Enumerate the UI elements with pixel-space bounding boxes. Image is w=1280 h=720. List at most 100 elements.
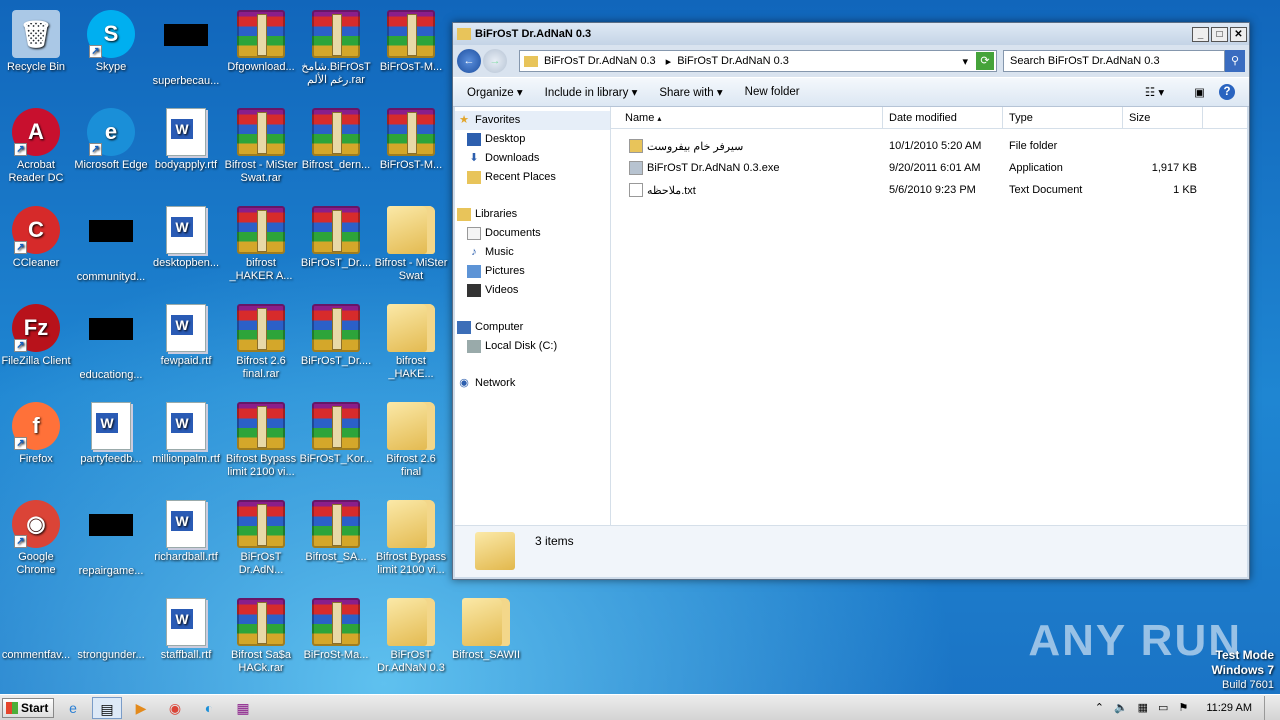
nav-recent-places[interactable]: Recent Places	[455, 168, 610, 187]
desktop-icon-filezilla[interactable]: Fz ↗ FileZilla Client	[0, 298, 74, 368]
desktop-icon-blank[interactable]: educationg...	[73, 298, 149, 382]
title-bar[interactable]: BiFrOsT Dr.AdNaN 0.3 _ □ ✕	[453, 23, 1249, 45]
network-tray-icon[interactable]: ▦	[1138, 701, 1148, 714]
desktop-icon-folder[interactable]: Bifrost 2.6 final	[373, 396, 449, 479]
column-type[interactable]: Type	[1003, 107, 1123, 128]
desktop-icon-label: BiFrOsT-M...	[379, 61, 443, 73]
back-button[interactable]: ←	[457, 49, 481, 73]
maximize-button[interactable]: □	[1211, 26, 1228, 42]
organize-button[interactable]: Organize ▾	[467, 85, 523, 99]
nav-computer[interactable]: Computer	[455, 318, 610, 337]
desktop-icon-rar[interactable]: BiFrOsT_Dr....	[298, 298, 374, 368]
new-folder-button[interactable]: New folder	[745, 86, 800, 98]
nav-desktop[interactable]: Desktop	[455, 130, 610, 149]
preview-pane-icon[interactable]: ▣	[1194, 85, 1205, 99]
desktop-icon-label: BiFroSt-Ma...	[303, 649, 369, 661]
desktop-icon-rar[interactable]: Bifrost - MiSter Swat.rar	[223, 102, 299, 185]
desktop-icon-doc[interactable]: richardball.rtf	[148, 494, 224, 564]
desktop-icon-folder[interactable]: Bifrost Bypass limit 2100 vi...	[373, 494, 449, 577]
nav-pictures[interactable]: Pictures	[455, 262, 610, 281]
desktop-icon-rar[interactable]: BiFrOsT_Dr....	[298, 200, 374, 270]
power-icon[interactable]: ▭	[1158, 701, 1168, 714]
desktop-icon-doc[interactable]: millionpalm.rtf	[148, 396, 224, 466]
desktop-icon-rar[interactable]: Bifrost Sa$a HACk.rar	[223, 592, 299, 675]
desktop-icon-rar[interactable]: BiFrOsT-M...	[373, 102, 449, 172]
desktop-icon-chrome[interactable]: ◉ ↗ Google Chrome	[0, 494, 74, 577]
file-row[interactable]: سيرفر خام بيفروست 10/1/2010 5:20 AM File f…	[611, 135, 1247, 157]
desktop-icon-rar[interactable]: BiFrOsT_Kor...	[298, 396, 374, 466]
forward-button[interactable]: →	[483, 49, 507, 73]
desktop-icon-blank[interactable]: superbecau...	[148, 4, 224, 88]
show-desktop-button[interactable]	[1264, 695, 1274, 720]
rar-icon	[237, 10, 285, 58]
desktop-icon-rar[interactable]: Bifrost Bypass limit 2100 vi...	[223, 396, 299, 479]
media-player-icon[interactable]: ▶	[126, 697, 156, 719]
nav-libraries[interactable]: Libraries	[455, 205, 610, 224]
share-with-button[interactable]: Share with ▾	[659, 85, 722, 99]
nav-favorites[interactable]: ★ Favorites	[455, 111, 610, 130]
nav-local-disk[interactable]: Local Disk (C:)	[455, 337, 610, 356]
column-name[interactable]: Name ▴	[611, 107, 883, 128]
winrar-taskbar-icon[interactable]: ▦	[228, 697, 258, 719]
desktop-icon-folder[interactable]: bifrost _HAKE...	[373, 298, 449, 381]
desktop-icon-skype[interactable]: S ↗ Skype	[73, 4, 149, 74]
desktop-icon-rar[interactable]: شامخ.BiFrOsT رغم الألم.rar	[298, 4, 374, 87]
breadcrumb-item[interactable]: BiFrOsT Dr.AdNaN 0.3	[677, 55, 789, 67]
start-button[interactable]: Start	[2, 697, 54, 718]
chrome-taskbar-icon[interactable]: ◉	[160, 697, 190, 719]
include-library-button[interactable]: Include in library ▾	[545, 85, 638, 99]
address-bar[interactable]: BiFrOsT Dr.AdNaN 0.3 ▸ BiFrOsT Dr.AdNaN …	[519, 50, 997, 72]
desktop-icon-doc[interactable]: fewpaid.rtf	[148, 298, 224, 368]
desktop-icon-rar[interactable]: Bifrost_SA...	[298, 494, 374, 564]
desktop-icon-bin[interactable]: 🗑 Recycle Bin	[0, 4, 74, 74]
desktop-icon-folder[interactable]: Bifrost_SAWII	[448, 592, 524, 662]
nav-documents[interactable]: Documents	[455, 224, 610, 243]
desktop-icon-none[interactable]: commentfav...	[0, 592, 74, 662]
clock[interactable]: 11:29 AM	[1206, 702, 1252, 714]
desktop-icon-rar[interactable]: BiFrOsT Dr.AdN...	[223, 494, 299, 577]
show-hidden-icons[interactable]: ⌃	[1095, 701, 1104, 714]
desktop-icon-rar[interactable]: BiFrOsT-M...	[373, 4, 449, 74]
action-center-icon[interactable]: ⚑	[1178, 701, 1188, 714]
close-button[interactable]: ✕	[1230, 26, 1247, 42]
search-input[interactable]: Search BiFrOsT Dr.AdNaN 0.3	[1003, 50, 1225, 72]
desktop-icon-label: bifrost _HAKE...	[388, 355, 434, 380]
nav-music[interactable]: ♪ Music	[455, 243, 610, 262]
breadcrumb-item[interactable]: BiFrOsT Dr.AdNaN 0.3	[544, 55, 656, 67]
desktop-icon-blank[interactable]: repairgame...	[73, 494, 149, 578]
desktop-icon-folder[interactable]: Bifrost - MiSter Swat	[373, 200, 449, 283]
edge-taskbar-icon[interactable]: ◐	[194, 697, 224, 719]
file-row[interactable]: BiFrOsT Dr.AdNaN 0.3.exe 9/20/2011 6:01 A…	[611, 157, 1247, 179]
desktop-icon-doc[interactable]: staffball.rtf	[148, 592, 224, 662]
desktop-icon-edge[interactable]: e ↗ Microsoft Edge	[73, 102, 149, 172]
help-icon[interactable]: ?	[1219, 84, 1235, 100]
volume-icon[interactable]: 🔈	[1114, 701, 1128, 714]
ie-icon[interactable]: e	[58, 697, 88, 719]
minimize-button[interactable]: _	[1192, 26, 1209, 42]
explorer-taskbar-icon[interactable]: ▤	[92, 696, 122, 719]
file-row[interactable]: ملاحظه.txt 5/6/2010 9:23 PM Text Document 1…	[611, 179, 1247, 201]
desktop-icon-rar[interactable]: Bifrost 2.6 final.rar	[223, 298, 299, 381]
desktop-icon-rar[interactable]: BiFroSt-Ma...	[298, 592, 374, 662]
column-date-modified[interactable]: Date modified	[883, 107, 1003, 128]
nav-downloads[interactable]: ⬇ Downloads	[455, 149, 610, 168]
column-size[interactable]: Size	[1123, 107, 1203, 128]
desktop-icon-rar[interactable]: bifrost _HAKER A...	[223, 200, 299, 283]
nav-network[interactable]: ◉ Network	[455, 374, 610, 393]
desktop-icon-none[interactable]: strongunder...	[73, 592, 149, 662]
desktop-icon-blank[interactable]: communityd...	[73, 200, 149, 284]
view-options-icon[interactable]: ☷ ▾	[1145, 85, 1164, 99]
search-icon[interactable]: ⚲	[1225, 50, 1245, 72]
nav-videos[interactable]: Videos	[455, 281, 610, 300]
desktop-icon-firefox[interactable]: f ↗ Firefox	[0, 396, 74, 466]
desktop-icon-doc[interactable]: partyfeedb...	[73, 396, 149, 466]
desktop-icon-acrobat[interactable]: A ↗ Acrobat Reader DC	[0, 102, 74, 185]
desktop-icon-rar[interactable]: Dfgownload...	[223, 4, 299, 74]
desktop-icon-rar[interactable]: Bifrost_dern...	[298, 102, 374, 172]
desktop-icon-folder[interactable]: BiFrOsT Dr.AdNaN 0.3	[373, 592, 449, 675]
desktop-icon-doc[interactable]: desktopben...	[148, 200, 224, 270]
chevron-down-icon[interactable]: ▾	[962, 55, 968, 68]
refresh-icon[interactable]: ⟳	[976, 52, 994, 70]
desktop-icon-ccleaner[interactable]: C ↗ CCleaner	[0, 200, 74, 270]
desktop-icon-doc[interactable]: bodyapply.rtf	[148, 102, 224, 172]
